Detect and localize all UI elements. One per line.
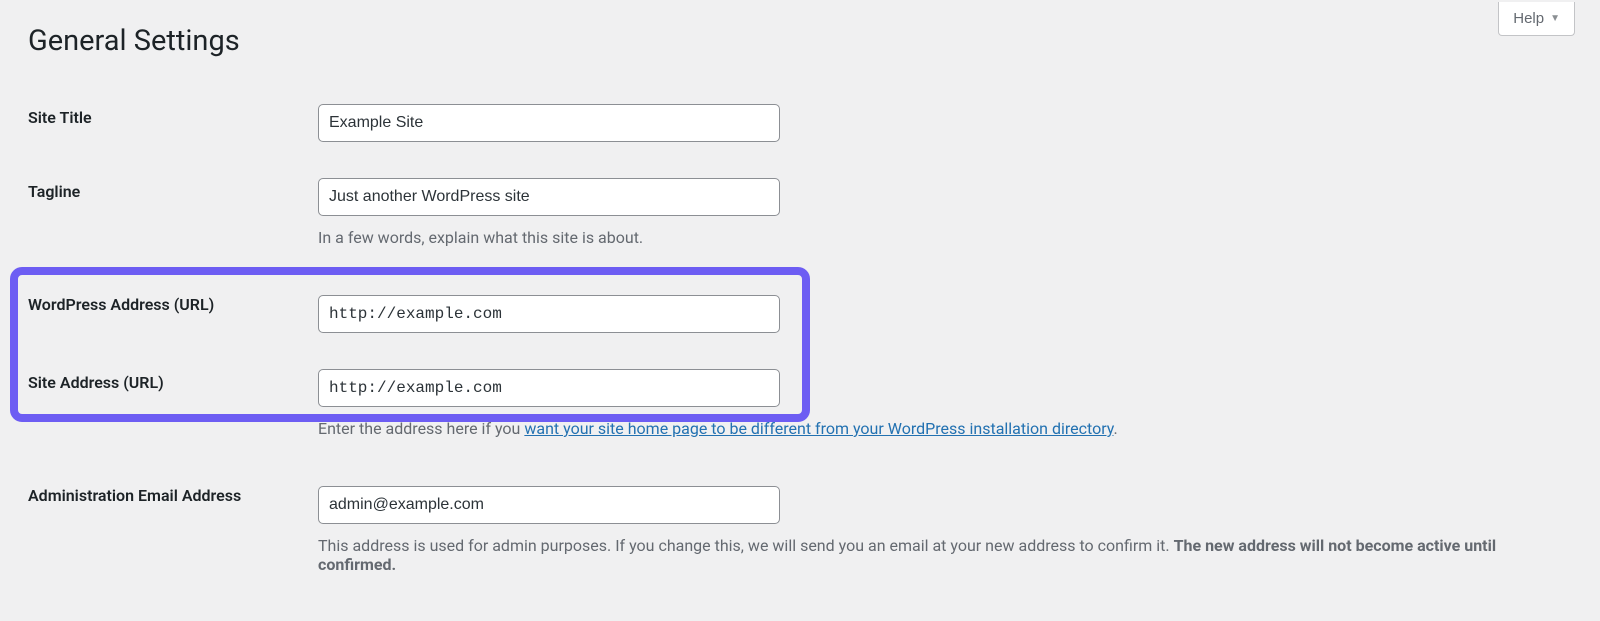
wp-address-input[interactable] (318, 295, 780, 333)
site-address-desc-post: . (1113, 419, 1117, 438)
site-address-desc-pre: Enter the address here if you (318, 419, 524, 438)
site-address-label: Site Address (URL) (28, 373, 164, 392)
caret-down-icon: ▼ (1550, 13, 1560, 24)
site-title-label: Site Title (28, 108, 92, 127)
help-button-label: Help (1513, 10, 1544, 27)
tagline-input[interactable] (318, 178, 780, 216)
tagline-label: Tagline (28, 182, 80, 201)
wp-address-label: WordPress Address (URL) (28, 295, 214, 314)
tagline-description: In a few words, explain what this site i… (318, 228, 1528, 247)
site-address-description: Enter the address here if you want your … (318, 419, 1528, 438)
admin-email-desc-pre: This address is used for admin purposes.… (318, 536, 1174, 555)
admin-email-input[interactable] (318, 486, 780, 524)
admin-email-label: Administration Email Address (28, 486, 241, 505)
site-title-input[interactable] (318, 104, 780, 142)
site-address-desc-link[interactable]: want your site home page to be different… (524, 419, 1113, 438)
page-title: General Settings (28, 10, 1572, 86)
admin-email-description: This address is used for admin purposes.… (318, 536, 1528, 574)
site-address-input[interactable] (318, 369, 780, 407)
help-button[interactable]: Help ▼ (1498, 2, 1575, 36)
